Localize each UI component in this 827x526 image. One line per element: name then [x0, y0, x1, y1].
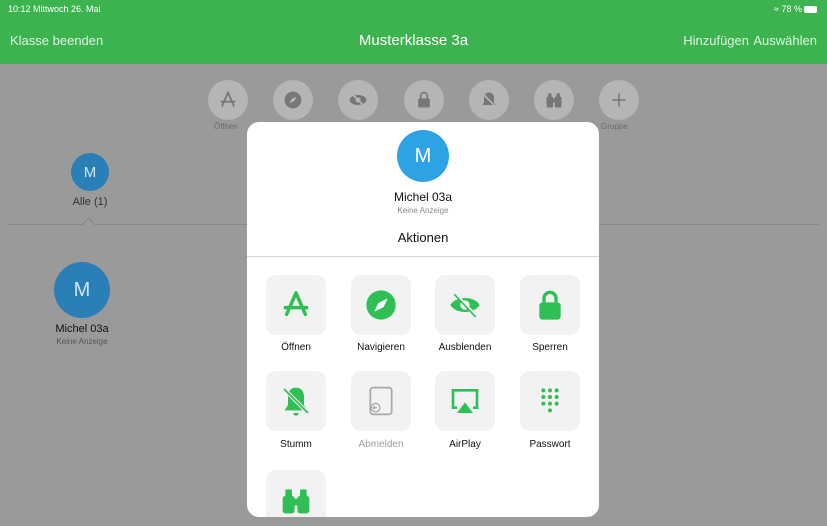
toolbar-open-label: Öffnen	[214, 122, 238, 131]
battery-icon	[804, 6, 817, 13]
bell-slash-icon	[282, 387, 310, 416]
toolbar-mute-button[interactable]	[469, 80, 509, 120]
modal-student-name: Michel 03a	[393, 190, 453, 204]
lock-icon	[539, 290, 561, 320]
action-binoculars-button[interactable]	[266, 470, 326, 517]
bell-slash-icon	[481, 92, 497, 108]
action-open-label: Öffnen	[281, 342, 311, 353]
binoculars-icon	[546, 93, 562, 108]
toolbar-open-button[interactable]	[208, 80, 248, 120]
actions-heading: Aktionen	[397, 230, 449, 245]
toolbar-lock-button[interactable]	[404, 80, 444, 120]
toolbar-binoculars-button[interactable]	[534, 80, 574, 120]
status-time: 10:12 Mittwoch 26. Mai	[8, 4, 101, 14]
action-navigate-label: Navigieren	[357, 342, 405, 353]
keypad-icon	[541, 388, 559, 413]
action-hide-button[interactable]	[435, 275, 495, 335]
add-button[interactable]: Hinzufügen	[683, 33, 749, 48]
app-store-icon	[283, 291, 309, 317]
action-mute-label: Stumm	[280, 439, 312, 450]
action-passcode-label: Passwort	[529, 439, 571, 450]
compass-icon	[366, 290, 396, 320]
lock-icon	[418, 91, 430, 108]
select-button[interactable]: Auswählen	[753, 33, 817, 48]
wifi-icon: ≈	[774, 4, 779, 14]
divider	[247, 256, 599, 257]
modal-avatar: M	[397, 130, 449, 182]
action-lock-button[interactable]	[520, 275, 580, 335]
eye-slash-icon	[450, 293, 480, 318]
status-battery: ≈ 78 %	[774, 4, 817, 14]
student-avatar[interactable]: M	[54, 262, 110, 318]
battery-percent: 78 %	[781, 4, 802, 14]
action-airplay-label: AirPlay	[449, 439, 481, 450]
student-name: Michel 03a	[55, 323, 109, 335]
action-navigate-button[interactable]	[351, 275, 411, 335]
plus-icon	[612, 93, 626, 107]
toolbar-navigate-button[interactable]	[273, 80, 313, 120]
app-store-icon	[220, 91, 236, 107]
action-open-button[interactable]	[266, 275, 326, 335]
action-hide-label: Ausblenden	[438, 342, 492, 353]
action-passcode-button[interactable]	[520, 371, 580, 431]
group-label: Alle (1)	[72, 196, 108, 208]
actions-popover: M Michel 03a Keine Anzeige Aktionen Öffn…	[247, 122, 599, 517]
toolbar-add-group-button[interactable]	[599, 80, 639, 120]
action-logout-label: Abmelden	[358, 439, 404, 450]
action-airplay-button[interactable]	[435, 371, 495, 431]
action-lock-label: Sperren	[532, 342, 568, 353]
logout-ipad-icon	[369, 386, 393, 416]
action-logout-button	[351, 371, 411, 431]
action-mute-button[interactable]	[266, 371, 326, 431]
header-bar: 10:12 Mittwoch 26. Mai ≈ 78 % Klasse bee…	[0, 0, 827, 64]
student-status: Keine Anzeige	[56, 337, 108, 346]
binoculars-icon	[282, 489, 310, 514]
airplay-icon	[451, 389, 479, 413]
eye-slash-icon	[349, 93, 367, 107]
modal-student-status: Keine Anzeige	[397, 206, 449, 215]
compass-icon	[284, 91, 302, 109]
toolbar-hide-button[interactable]	[338, 80, 378, 120]
toolbar-group-label: Gruppe	[601, 122, 628, 131]
group-avatar[interactable]: M	[71, 153, 109, 191]
